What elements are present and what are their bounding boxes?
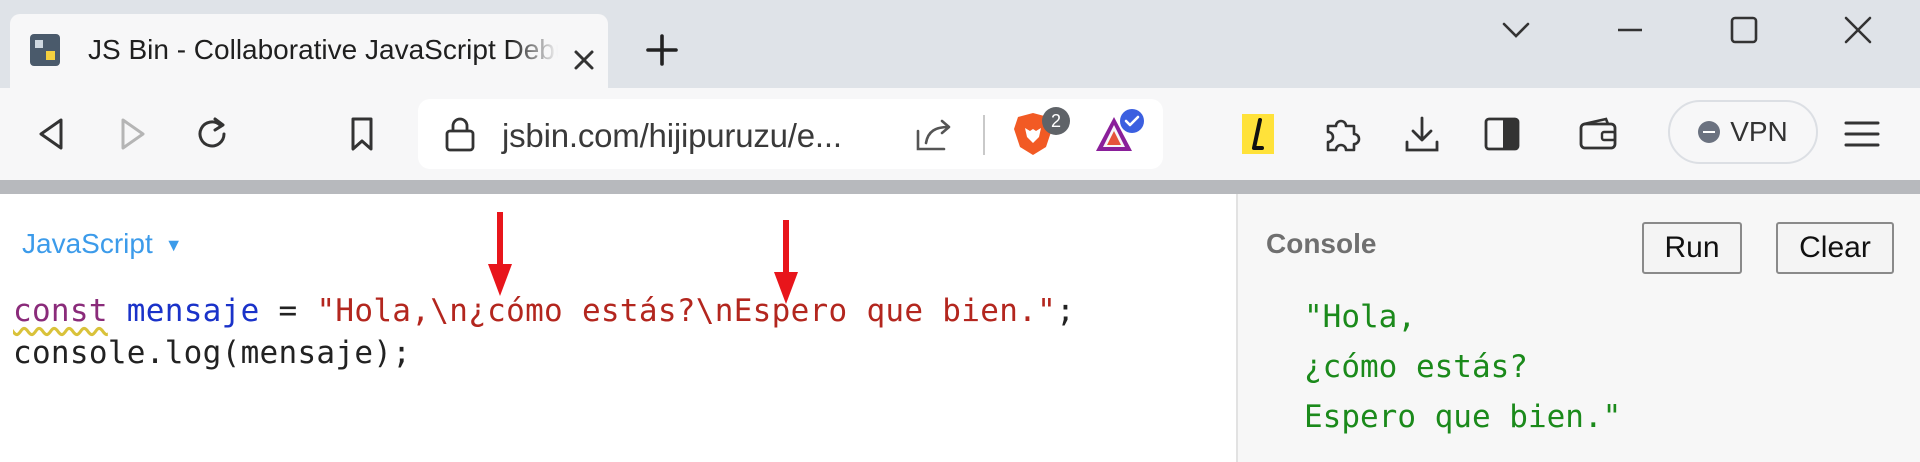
bookmark-icon[interactable] <box>338 110 386 158</box>
wallet-icon[interactable] <box>1574 110 1622 158</box>
forward-arrow-icon[interactable] <box>108 110 156 158</box>
vpn-label: VPN <box>1730 116 1788 147</box>
jsbin-content: JavaScript ▼ const mensaje = "Hola,\n¿cóm… <box>0 194 1920 462</box>
extension-yellow-icon[interactable] <box>1234 110 1282 158</box>
code-escape-sequence: \n <box>695 293 734 329</box>
sidebar-toggle-icon[interactable] <box>1478 110 1526 158</box>
tab-list-chevron-icon[interactable] <box>1488 10 1544 50</box>
jsbin-favicon-icon <box>30 34 60 66</box>
clear-button[interactable]: Clear <box>1776 222 1894 274</box>
tab-strip: JS Bin - Collaborative JavaScript Debugg… <box>0 0 1920 88</box>
chrome-divider <box>0 180 1920 194</box>
run-button[interactable]: Run <box>1642 222 1742 274</box>
reload-icon[interactable] <box>188 110 236 158</box>
code-string-part: "Hola, <box>316 293 431 329</box>
address-bar[interactable]: jsbin.com/hijipuruzu/e... 2 <box>418 99 1163 169</box>
vpn-button[interactable]: VPN <box>1668 100 1818 164</box>
language-label: JavaScript <box>22 228 153 259</box>
language-selector[interactable]: JavaScript ▼ <box>22 228 183 260</box>
code-area[interactable]: const mensaje = "Hola,\n¿cómo estás?\nEs… <box>13 290 1075 374</box>
browser-tab-active[interactable]: JS Bin - Collaborative JavaScript Debugg… <box>10 14 608 88</box>
console-title: Console <box>1266 228 1377 259</box>
code-line-2: console.log(mensaje); <box>13 335 412 371</box>
console-output-line: ¿cómo estás? <box>1304 349 1528 385</box>
code-keyword: const <box>13 293 108 329</box>
code-terminator: ; <box>1056 293 1076 329</box>
code-line-1: const mensaje = "Hola,\n¿cómo estás?\nEs… <box>13 290 1075 332</box>
shields-count-badge: 2 <box>1042 107 1070 135</box>
back-arrow-icon[interactable] <box>28 110 76 158</box>
lock-icon <box>445 117 475 152</box>
javascript-editor-panel[interactable]: JavaScript ▼ const mensaje = "Hola,\n¿cóm… <box>0 194 1236 462</box>
console-output-line: Espero que bien." <box>1304 399 1622 435</box>
hamburger-menu-icon[interactable] <box>1838 110 1886 158</box>
new-tab-plus-icon[interactable] <box>642 30 682 70</box>
brave-rewards-icon[interactable] <box>1094 109 1146 159</box>
tab-title: JS Bin - Collaborative JavaScript Debugg… <box>88 34 558 65</box>
share-icon[interactable] <box>914 117 954 153</box>
vpn-status-icon <box>1698 121 1721 143</box>
dropdown-caret-icon: ▼ <box>164 235 183 256</box>
maximize-window-icon[interactable] <box>1716 10 1772 50</box>
code-string-part: ¿cómo estás? <box>468 293 696 329</box>
console-panel: Console Run Clear "Hola, ¿cómo estás? Espe… <box>1236 194 1920 462</box>
console-output: "Hola, ¿cómo estás? Espero que bien." <box>1304 292 1621 442</box>
code-escape-sequence: \n <box>430 293 469 329</box>
red-arrow-annotation-icon <box>488 212 512 296</box>
code-string-part: Espero que bien." <box>733 293 1057 329</box>
close-window-icon[interactable] <box>1830 10 1886 50</box>
close-tab-icon[interactable] <box>572 48 596 72</box>
address-bar-divider <box>983 115 985 155</box>
download-icon[interactable] <box>1398 110 1446 158</box>
code-operator: = <box>259 293 317 329</box>
minimize-window-icon[interactable] <box>1602 10 1658 50</box>
brave-shields-button[interactable]: 2 <box>1012 107 1070 159</box>
console-output-line: "Hola, <box>1304 299 1416 335</box>
code-variable: mensaje <box>126 293 260 329</box>
url-text: jsbin.com/hijipuruzu/e... <box>502 117 842 154</box>
extensions-puzzle-icon[interactable] <box>1318 110 1366 158</box>
browser-toolbar: jsbin.com/hijipuruzu/e... 2 VPN <box>0 88 1920 180</box>
